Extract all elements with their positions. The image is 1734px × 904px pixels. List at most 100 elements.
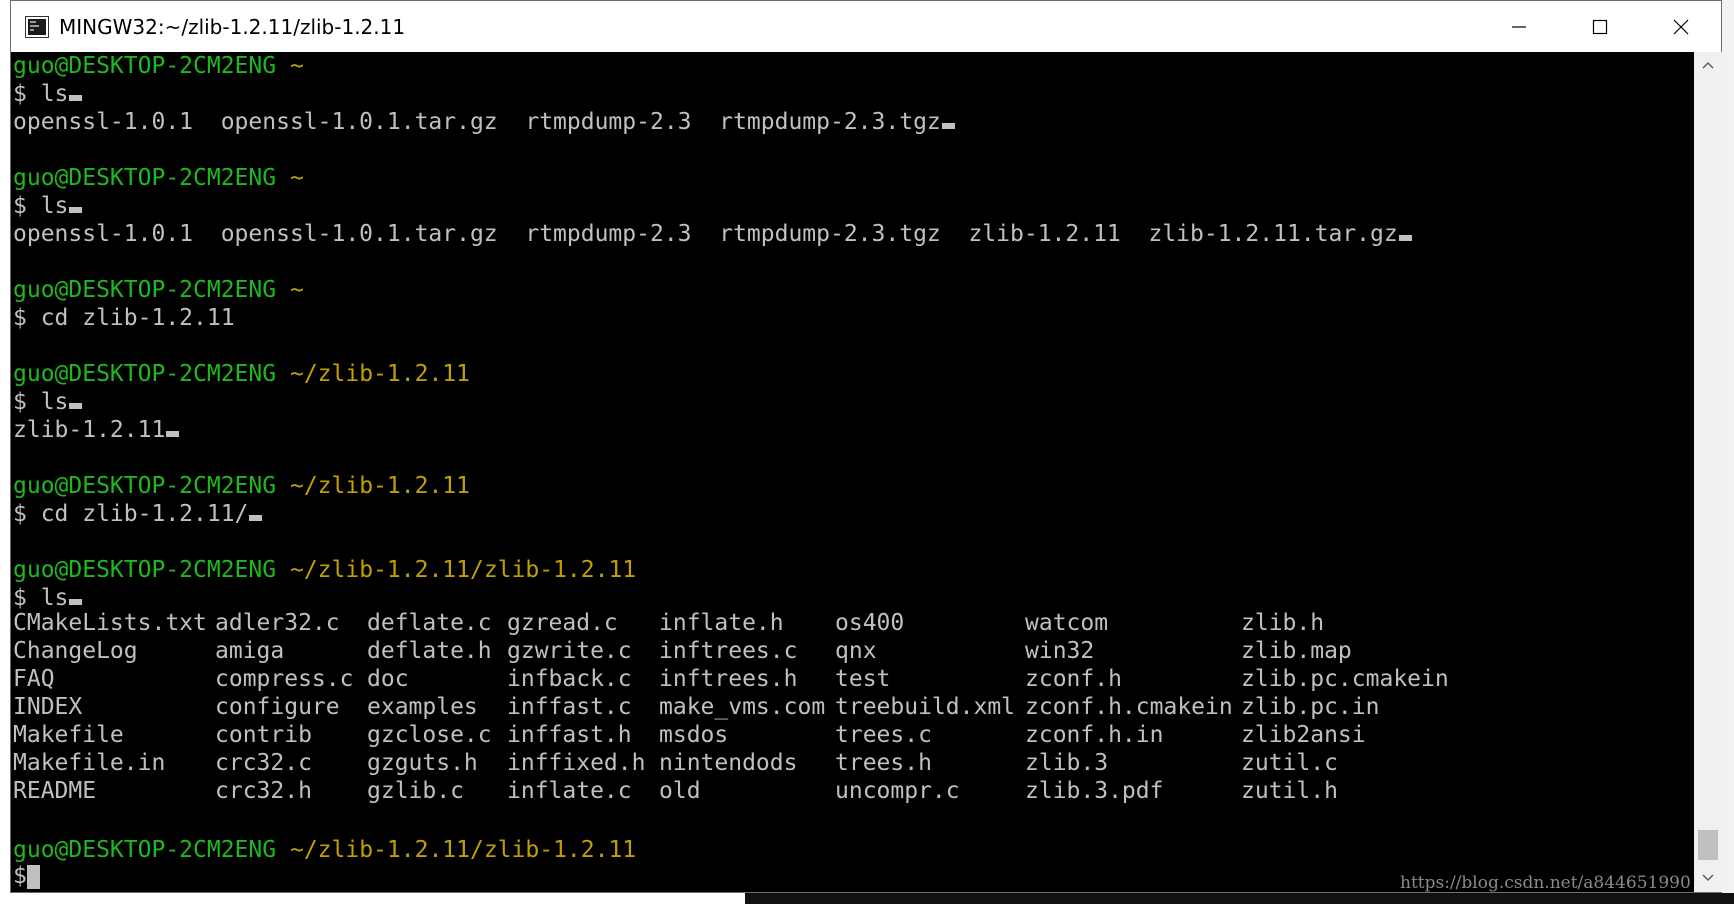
line-text: $ ls (13, 585, 69, 611)
file-entry: README (13, 778, 97, 804)
file-entry: old (659, 778, 701, 804)
file-entry: inffast.h (507, 722, 632, 748)
prompt-path: ~ (289, 53, 304, 79)
cursor-mark (69, 95, 83, 101)
window-controls (1478, 1, 1721, 52)
file-entry: FAQ (13, 666, 55, 692)
vertical-scrollbar[interactable] (1694, 52, 1722, 892)
file-entry: zlib2ansi (1241, 722, 1366, 748)
ls-column: zlib.h zlib.map zlib.pc.cmakein zlib.pc.in z… (1241, 609, 1449, 805)
file-entry: os400 (835, 610, 905, 636)
command-input-line[interactable]: $ (13, 862, 40, 890)
prompt-user: guo@DESKTOP-2CM2ENG (13, 361, 277, 387)
file-entry: zlib.map (1241, 638, 1352, 664)
file-entry: crc32.c (215, 750, 312, 776)
file-entry: INDEX (13, 694, 83, 720)
scroll-up-button[interactable] (1694, 52, 1722, 78)
cursor-mark (1398, 235, 1412, 241)
maximize-icon (1592, 19, 1607, 34)
file-entry: examples (367, 694, 478, 720)
prompt-line: guo@DESKTOP-2CM2ENG ~/zlib-1.2.11 (13, 360, 470, 388)
file-entry: win32 (1025, 638, 1095, 664)
prompt-user: guo@DESKTOP-2CM2ENG (13, 165, 277, 191)
terminal-window: MINGW32:~/zlib-1.2.11/zlib-1.2.11 $ ls gu… (10, 0, 1722, 893)
ls-column: deflate.c deflate.h doc examples gzclose.c gz… (367, 609, 492, 805)
file-entry: deflate.c (367, 610, 492, 636)
output-line: $ ls (13, 584, 83, 612)
scroll-thumb[interactable] (1698, 830, 1718, 860)
output-line: openssl-1.0.1 openssl-1.0.1.tar.gz rtmpd… (13, 108, 955, 136)
file-entry: make_vms.com (659, 694, 826, 720)
minimize-icon (1511, 25, 1526, 28)
file-entry: trees.h (835, 750, 932, 776)
file-entry: msdos (659, 722, 729, 748)
prompt-path: ~ (289, 277, 304, 303)
output-line: $ ls (13, 388, 83, 416)
prompt-user: guo@DESKTOP-2CM2ENG (13, 277, 277, 303)
file-entry: inflate.h (659, 610, 784, 636)
prompt-path: ~/zlib-1.2.11/zlib-1.2.11 (289, 557, 637, 583)
prompt-path: ~/zlib-1.2.11 (289, 473, 470, 499)
file-entry: gzguts.h (367, 750, 478, 776)
file-entry: inftrees.c (659, 638, 798, 664)
ls-column: watcom win32 zconf.h zconf.h.cmakein zconf.h… (1025, 609, 1233, 805)
close-button[interactable] (1640, 1, 1721, 52)
cursor-mark (69, 207, 83, 213)
file-entry: inflate.c (507, 778, 632, 804)
ls-column: inflate.h inftrees.c inftrees.h make_vms.co… (659, 609, 825, 805)
minimize-button[interactable] (1478, 1, 1559, 52)
scroll-down-button[interactable] (1694, 865, 1722, 891)
prompt-user: guo@DESKTOP-2CM2ENG (13, 837, 277, 863)
file-entry: configure (215, 694, 340, 720)
file-entry: zlib.pc.cmakein (1241, 666, 1449, 692)
file-entry: infback.c (507, 666, 632, 692)
file-entry: CMakeLists.txt (13, 610, 207, 636)
file-entry: zlib.pc.in (1241, 694, 1380, 720)
file-entry: zutil.h (1241, 778, 1338, 804)
prompt-line: guo@DESKTOP-2CM2ENG ~ (13, 276, 304, 304)
ls-column: gzread.c gzwrite.c infback.c inffast.c inffa… (507, 609, 645, 805)
line-text: zlib-1.2.11 (13, 417, 166, 443)
ls-column: CMakeLists.txt ChangeLog FAQ INDEX Makefile M… (13, 609, 207, 805)
desktop-taskbar-fragment (745, 893, 1734, 904)
output-line: openssl-1.0.1 openssl-1.0.1.tar.gz rtmpd… (13, 220, 1412, 248)
file-entry: doc (367, 666, 409, 692)
line-text: openssl-1.0.1 openssl-1.0.1.tar.gz rtmpd… (13, 221, 1398, 247)
line-text: $ cd zlib-1.2.11 (13, 305, 235, 331)
file-entry: zlib.3 (1025, 750, 1109, 776)
prompt-user: guo@DESKTOP-2CM2ENG (13, 473, 277, 499)
chevron-up-icon (1702, 61, 1714, 69)
title-bar[interactable]: MINGW32:~/zlib-1.2.11/zlib-1.2.11 (11, 1, 1721, 52)
terminal-output[interactable]: $ ls guo@DESKTOP-2CM2ENG ~/zlib-1.2.11/zl… (11, 52, 1694, 892)
file-entry: treebuild.xml (835, 694, 1016, 720)
file-entry: watcom (1025, 610, 1109, 636)
line-text: $ cd zlib-1.2.11/ (13, 501, 249, 527)
file-entry: qnx (835, 638, 877, 664)
output-line: $ cd zlib-1.2.11/ (13, 500, 263, 528)
file-entry: uncompr.c (835, 778, 960, 804)
prompt-symbol: $ (13, 863, 27, 889)
prompt-user: guo@DESKTOP-2CM2ENG (13, 53, 277, 79)
ls-column: os400 qnx test treebuild.xml trees.c trees.h u… (835, 609, 1015, 805)
mingw-terminal-icon (25, 15, 49, 38)
file-entry: zconf.h (1025, 666, 1122, 692)
file-entry: test (835, 666, 891, 692)
file-entry: zlib.3.pdf (1025, 778, 1164, 804)
close-icon (1673, 19, 1688, 34)
file-entry: contrib (215, 722, 312, 748)
output-line: zlib-1.2.11 (13, 416, 180, 444)
final-prompt-line: guo@DESKTOP-2CM2ENG ~/zlib-1.2.11/zlib-1… (13, 836, 636, 864)
maximize-button[interactable] (1559, 1, 1640, 52)
prompt-path: ~/zlib-1.2.11 (289, 361, 470, 387)
file-entry: amiga (215, 638, 285, 664)
prompt-path: ~ (289, 165, 304, 191)
prompt-line: guo@DESKTOP-2CM2ENG ~/zlib-1.2.11 (13, 472, 470, 500)
file-entry: Makefile.in (13, 750, 166, 776)
file-entry: nintendods (659, 750, 798, 776)
line-text: $ ls (13, 193, 69, 219)
file-entry: Makefile (13, 722, 124, 748)
cursor-mark (941, 123, 955, 129)
prompt-line: guo@DESKTOP-2CM2ENG ~ (13, 164, 304, 192)
output-line: $ ls (13, 80, 83, 108)
ls-column: adler32.c amiga compress.c configure contrib… (215, 609, 353, 805)
